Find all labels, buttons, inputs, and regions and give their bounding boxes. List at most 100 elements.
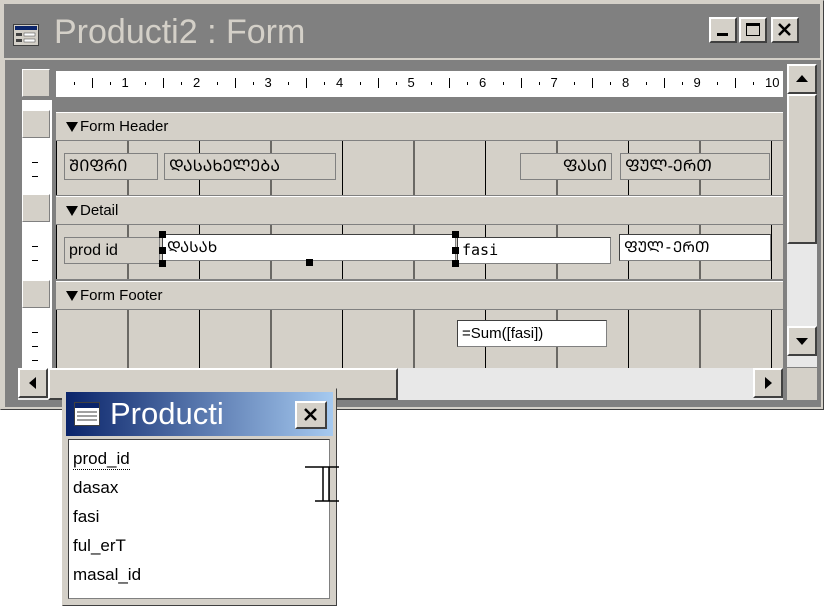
ruler-tick <box>395 82 397 85</box>
ruler-mark: 3 <box>264 75 272 90</box>
minimize-button[interactable] <box>709 17 737 43</box>
scroll-up-button[interactable] <box>787 64 817 94</box>
section-arrow-icon <box>66 206 78 216</box>
drag-cursor-icon <box>305 466 339 502</box>
form-footer-section[interactable]: =Sum([fasi]) <box>56 310 783 368</box>
ruler-tick <box>592 78 594 88</box>
resize-handle[interactable] <box>452 260 459 267</box>
detail-section[interactable]: prod id ᲓᲐᲡᲐᲮ fasi ᲤᲣᲚ-ᲔᲠᲗ <box>56 225 783 279</box>
row-marker <box>32 176 38 177</box>
ruler-mark: 1 <box>121 75 129 90</box>
header-label-3[interactable]: ᲤᲣᲚ-ᲔᲠᲗ <box>620 153 770 180</box>
form-selector[interactable] <box>22 69 50 97</box>
close-button[interactable] <box>771 17 799 43</box>
ruler-tick <box>467 82 469 85</box>
field-fasi[interactable]: fasi <box>73 507 99 527</box>
resize-handle[interactable] <box>159 260 166 267</box>
resize-handle[interactable] <box>159 231 166 238</box>
field-masal-id[interactable]: masal_id <box>73 565 141 585</box>
title-bar[interactable]: Producti2 : Form <box>4 4 820 58</box>
footer-section-selector[interactable] <box>22 280 50 308</box>
form-header-section[interactable]: ᲨᲘᲤᲠᲘ ᲓᲐᲡᲐᲮᲔᲚᲔᲑᲐ ᲤᲐᲡᲘ ᲤᲣᲚ-ᲔᲠᲗ <box>56 141 783 195</box>
detail-label: Detail <box>80 202 119 219</box>
ruler-mark: 7 <box>550 75 558 90</box>
section-selector-column <box>22 100 52 368</box>
ruler-tick <box>502 82 504 85</box>
fasi-textbox[interactable]: fasi <box>457 237 611 264</box>
ruler-tick <box>234 78 236 88</box>
arrow-up-icon <box>796 75 808 82</box>
scroll-left-button[interactable] <box>18 368 48 398</box>
maximize-button[interactable] <box>739 17 767 43</box>
field-list-window[interactable]: Producti prod_id dasax fasi ful_erT masa… <box>62 388 337 606</box>
field-list[interactable]: prod_id dasax fasi ful_erT masal_id <box>68 439 330 599</box>
table-icon <box>74 402 100 426</box>
ruler-tick <box>181 82 183 85</box>
section-arrow-icon <box>66 291 78 301</box>
ruler-mark: 2 <box>193 75 201 90</box>
form-icon <box>13 24 39 46</box>
ruler-tick <box>377 78 379 88</box>
header-section-selector[interactable] <box>22 110 50 138</box>
scroll-right-button[interactable] <box>753 368 783 398</box>
horizontal-ruler[interactable]: 1 2 3 4 5 6 7 8 9 10 <box>56 71 783 98</box>
ruler-tick <box>574 82 576 85</box>
resize-handle[interactable] <box>306 259 313 266</box>
ruler-tick <box>449 78 451 88</box>
size-grip <box>787 368 817 400</box>
close-icon <box>778 23 791 36</box>
ruler-tick <box>288 82 290 85</box>
field-list-title-bar[interactable]: Producti <box>66 392 333 436</box>
ruler-tick <box>216 82 218 85</box>
field-prod-id[interactable]: prod_id <box>73 449 130 470</box>
row-marker <box>32 162 38 163</box>
vertical-scrollbar[interactable] <box>787 64 817 367</box>
ruler-tick <box>520 78 522 88</box>
ruler-tick <box>735 78 737 88</box>
resize-handle[interactable] <box>159 247 166 254</box>
ruler-mark: 4 <box>336 75 344 90</box>
form-footer-label: Form Footer <box>80 287 163 304</box>
ruler-tick <box>91 78 93 88</box>
ruler-tick <box>359 82 361 85</box>
form-header-bar[interactable]: Form Header <box>56 112 783 141</box>
scroll-down-button[interactable] <box>787 326 817 356</box>
field-list-close-button[interactable] <box>295 401 327 429</box>
header-label-0[interactable]: ᲨᲘᲤᲠᲘ <box>64 153 158 180</box>
ruler-tick <box>663 78 665 88</box>
row-marker <box>32 260 38 261</box>
ruler-tick <box>252 82 254 85</box>
form-header-label: Form Header <box>80 118 169 135</box>
maximize-icon <box>746 23 760 36</box>
ruler-mark: 5 <box>407 75 415 90</box>
resize-handle[interactable] <box>452 247 459 254</box>
header-label-1[interactable]: ᲓᲐᲡᲐᲮᲔᲚᲔᲑᲐ <box>164 153 336 180</box>
dasax-textbox[interactable]: ᲓᲐᲡᲐᲮ <box>162 234 456 261</box>
ruler-mark: 8 <box>622 75 630 90</box>
resize-handle[interactable] <box>452 231 459 238</box>
row-marker <box>32 332 38 333</box>
header-label-2[interactable]: ᲤᲐᲡᲘ <box>520 153 612 180</box>
ruler-tick <box>145 82 147 85</box>
form-footer-bar[interactable]: Form Footer <box>56 281 783 310</box>
ruler-tick <box>753 82 755 85</box>
window-title: Producti2 : Form <box>54 13 306 51</box>
row-marker <box>32 246 38 247</box>
detail-bar[interactable]: Detail <box>56 196 783 225</box>
sum-fasi-textbox[interactable]: =Sum([fasi]) <box>457 320 607 347</box>
vertical-scroll-thumb[interactable] <box>787 94 817 244</box>
ruler-tick <box>610 82 612 85</box>
arrow-left-icon <box>29 377 36 389</box>
row-marker <box>32 360 38 361</box>
field-list-title: Producti <box>110 396 224 431</box>
detail-section-selector[interactable] <box>22 194 50 222</box>
field-ful-ert[interactable]: ful_erT <box>73 536 126 556</box>
field-dasax[interactable]: dasax <box>73 478 118 498</box>
prod-id-label[interactable]: prod id <box>64 237 160 264</box>
arrow-right-icon <box>765 377 772 389</box>
close-icon <box>304 408 317 421</box>
minimize-icon <box>717 33 728 36</box>
ruler-tick <box>681 82 683 85</box>
ful-ert-textbox[interactable]: ᲤᲣᲚ-ᲔᲠᲗ <box>619 234 771 261</box>
ruler-tick <box>717 82 719 85</box>
